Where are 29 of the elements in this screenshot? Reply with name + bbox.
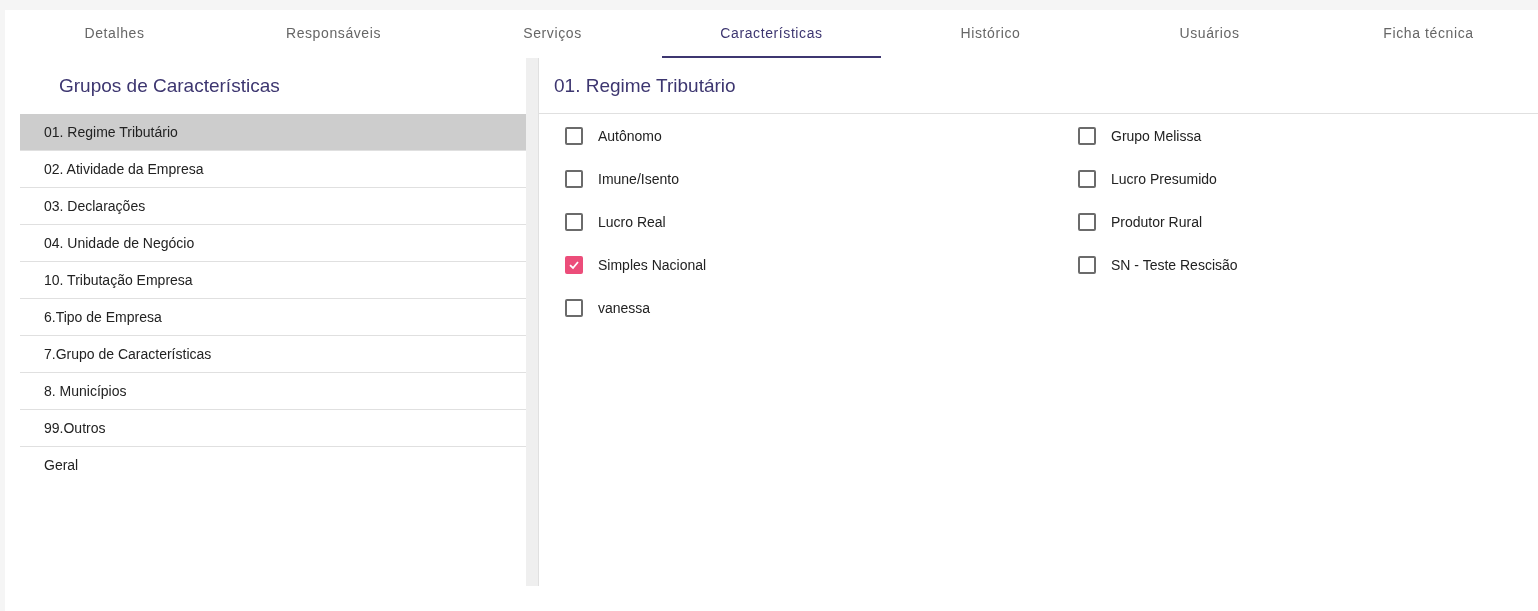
checkbox-label: Autônomo	[598, 127, 662, 144]
checkbox[interactable]	[1078, 255, 1096, 274]
checkbox-label: Imune/Isento	[598, 170, 679, 187]
tab[interactable]: Detalhes	[5, 10, 224, 58]
tab[interactable]: Serviços	[443, 10, 662, 58]
checkbox[interactable]	[565, 126, 583, 145]
checkbox[interactable]	[1078, 126, 1096, 145]
panel-title: 01. Regime Tributário	[539, 58, 1538, 114]
scrollbar-track[interactable]	[526, 58, 539, 586]
tab[interactable]: Características	[662, 10, 881, 58]
group-list-item[interactable]: 01. Regime Tributário	[20, 114, 526, 151]
checkbox[interactable]	[565, 212, 583, 231]
checkbox-label: vanessa	[598, 299, 651, 316]
checkbox[interactable]	[565, 169, 583, 188]
panel-title: Grupos de Características	[58, 74, 281, 98]
checkbox[interactable]	[1078, 212, 1096, 231]
checkbox[interactable]	[565, 298, 583, 317]
tab[interactable]: Ficha técnica	[1319, 10, 1538, 58]
checkbox[interactable]	[565, 255, 583, 274]
checkbox-label: SN - Teste Rescisão	[1111, 256, 1238, 273]
checkbox-label: Grupo Melissa	[1111, 127, 1202, 144]
checkbox-label: Produtor Rural	[1111, 213, 1203, 230]
tab[interactable]: Histórico	[881, 10, 1100, 58]
checkbox-label: Lucro Presumido	[1111, 170, 1217, 187]
checkbox[interactable]	[1078, 169, 1096, 188]
tab[interactable]: Responsáveis	[224, 10, 443, 58]
checkbox-label: Simples Nacional	[598, 256, 707, 273]
tab[interactable]: Usuários	[1100, 10, 1319, 58]
checkbox-label: Lucro Real	[598, 213, 666, 230]
